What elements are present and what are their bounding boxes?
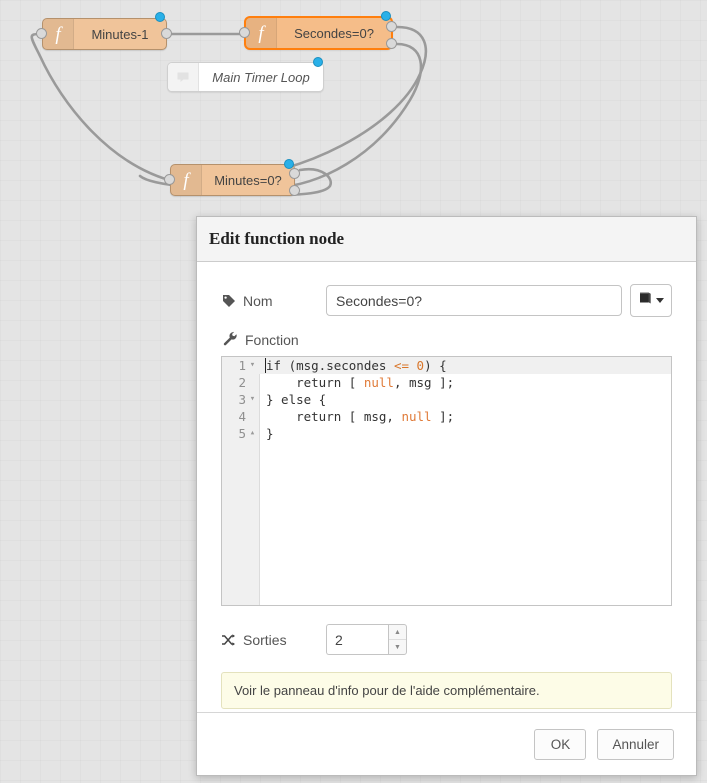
- node-output-port-1[interactable]: [289, 168, 300, 179]
- dialog-titlebar: Edit function node: [197, 217, 696, 262]
- dialog-footer: OK Annuler: [197, 712, 696, 775]
- svg-text:f: f: [183, 170, 191, 190]
- book-icon: [638, 291, 653, 310]
- name-row: Nom: [221, 284, 672, 317]
- node-output-port-1[interactable]: [386, 21, 397, 32]
- editor-line-source: return [ msg, null ];: [266, 409, 455, 424]
- editor-line[interactable]: 5 ▴}: [222, 425, 671, 442]
- editor-code-area[interactable]: 1 ▾ if (msg.secondes <= 0) {2 return [ nul…: [222, 357, 671, 442]
- function-label-text: Fonction: [245, 332, 299, 348]
- node-changed-indicator: [381, 11, 391, 21]
- outputs-label-text: Sorties: [243, 631, 287, 648]
- function-code-editor[interactable]: 1 ▾ if (msg.secondes <= 0) {2 return [ nul…: [221, 356, 672, 606]
- node-name-input[interactable]: [326, 285, 622, 316]
- caret-up-icon[interactable]: ▲: [389, 625, 406, 640]
- comment-icon: [168, 63, 199, 91]
- outputs-row: Sorties ▲ ▼: [221, 624, 672, 655]
- flow-node-secondes-equals-0[interactable]: f Secondes=0?: [245, 17, 392, 49]
- editor-line-number: 4: [238, 409, 246, 424]
- edit-function-node-dialog: Edit function node Nom Secondes=0? Fonct…: [196, 216, 697, 776]
- flow-node-label: Minutes=0?: [214, 172, 282, 188]
- node-changed-indicator: [155, 12, 165, 22]
- node-output-port-2[interactable]: [386, 38, 397, 49]
- node-red-editor: f Minutes-1 f Secondes=0? Main Timer Loo…: [0, 0, 707, 783]
- editor-fold-toggle-icon[interactable]: ▴: [248, 425, 257, 442]
- node-input-port[interactable]: [164, 174, 175, 185]
- node-changed-indicator: [313, 57, 323, 67]
- help-tip-text: Voir le panneau d'info pour de l'aide co…: [234, 683, 540, 698]
- name-label-text: Nom: [243, 292, 273, 309]
- editor-line[interactable]: 4 return [ msg, null ];: [222, 408, 671, 425]
- editor-line-number: 5: [238, 426, 246, 441]
- editor-line[interactable]: 1 ▾ if (msg.secondes <= 0) {: [222, 357, 671, 374]
- editor-line-source: }: [266, 426, 274, 441]
- cancel-button[interactable]: Annuler: [597, 728, 674, 760]
- ok-button[interactable]: OK: [534, 728, 587, 760]
- wire-secondes-to-minutes0: [164, 25, 428, 180]
- function-icon: f: [246, 18, 277, 48]
- editor-line-number: 2: [238, 375, 246, 390]
- name-label-group: Nom: [221, 293, 326, 309]
- editor-line-source: if (msg.secondes <= 0) {: [265, 358, 447, 373]
- flow-node-label: Secondes=0?: [294, 25, 374, 41]
- flow-node-minutes-equals-0[interactable]: f Minutes=0?: [170, 164, 295, 196]
- svg-text:f: f: [55, 24, 63, 44]
- editor-fold-toggle-icon[interactable]: ▾: [248, 357, 257, 374]
- caret-down-icon[interactable]: ▼: [389, 640, 406, 654]
- dialog-body: Nom Secondes=0? Fonction 1 ▾ if (msg.sec…: [197, 262, 696, 712]
- chevron-down-icon: [656, 298, 664, 303]
- editor-line[interactable]: 2 return [ null, msg ];: [222, 374, 671, 391]
- node-output-port[interactable]: [161, 28, 172, 39]
- node-changed-indicator: [284, 159, 294, 169]
- editor-line-source: return [ null, msg ];: [266, 375, 455, 390]
- dialog-title: Edit function node: [209, 229, 345, 248]
- svg-text:f: f: [258, 23, 266, 43]
- editor-fold-toggle-icon[interactable]: ▾: [248, 391, 257, 408]
- editor-line-number: 1: [238, 358, 246, 373]
- function-label-group: Fonction: [223, 331, 672, 349]
- flow-node-minutes-minus-1[interactable]: f Minutes-1: [42, 18, 167, 50]
- editor-line-source: } else {: [266, 392, 327, 407]
- editor-line-number: 3: [238, 392, 246, 407]
- help-tip-box: Voir le panneau d'info pour de l'aide co…: [221, 672, 672, 709]
- tag-icon: [221, 294, 236, 308]
- function-icon: f: [171, 165, 202, 195]
- outputs-label-group: Sorties: [221, 632, 326, 648]
- outputs-stepper[interactable]: ▲ ▼: [326, 624, 407, 655]
- node-output-port-2[interactable]: [289, 185, 300, 196]
- outputs-stepper-buttons[interactable]: ▲ ▼: [388, 624, 407, 655]
- node-input-port[interactable]: [239, 27, 250, 38]
- library-menu-button[interactable]: [630, 284, 672, 317]
- shuffle-icon: [221, 633, 236, 647]
- flow-node-main-timer-loop[interactable]: Main Timer Loop: [167, 62, 324, 92]
- wrench-icon: [223, 331, 238, 349]
- editor-line[interactable]: 3 ▾ } else {: [222, 391, 671, 408]
- outputs-count-input[interactable]: [326, 624, 388, 655]
- function-icon: f: [43, 19, 74, 49]
- node-input-port[interactable]: [36, 28, 47, 39]
- flow-node-label: Minutes-1: [91, 26, 149, 42]
- flow-node-label: Main Timer Loop: [212, 69, 310, 85]
